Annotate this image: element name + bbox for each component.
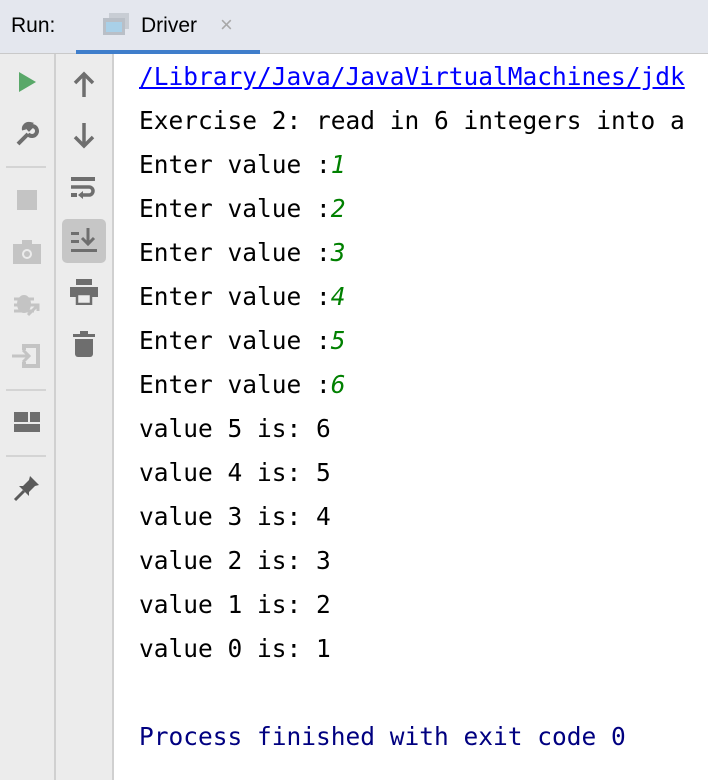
console-line: Exercise 2: read in 6 integers into a (139, 106, 685, 136)
console-output[interactable]: /Library/Java/JavaVirtualMachines/jdk Ex… (114, 54, 708, 780)
tab-title: Driver (141, 14, 197, 38)
console-line: value 0 is: 1 (139, 634, 331, 664)
console-line: Enter value :6 (139, 370, 346, 400)
layout-icon (14, 412, 40, 432)
clear-all-button[interactable] (64, 324, 104, 364)
separator (6, 166, 46, 168)
pin-icon (13, 474, 41, 502)
arrow-up-icon (73, 71, 95, 97)
up-button[interactable] (64, 64, 104, 104)
console-line: Enter value :4 (139, 282, 346, 312)
console-line: value 2 is: 3 (139, 546, 331, 576)
separator (6, 389, 46, 391)
console-line: Enter value :2 (139, 194, 346, 224)
run-toolbar (0, 54, 56, 780)
soft-wrap-button[interactable] (64, 168, 104, 208)
stop-button[interactable] (7, 180, 47, 220)
tab-driver[interactable]: Driver × (76, 0, 260, 53)
user-input: 5 (331, 326, 346, 355)
login-icon (12, 342, 42, 370)
arrow-down-icon (73, 123, 95, 149)
console-line: value 4 is: 5 (139, 458, 331, 488)
run-tool-header: Run: Driver × (0, 0, 708, 54)
print-icon (70, 279, 98, 305)
separator (6, 455, 46, 457)
scroll-to-end-button[interactable] (62, 219, 106, 263)
scroll-to-end-icon (71, 228, 97, 254)
prompt: Enter value : (139, 238, 331, 267)
process-finished-message: Process finished with exit code 0 (139, 722, 626, 752)
console-line: value 3 is: 4 (139, 502, 331, 532)
console-window-icon (103, 13, 129, 35)
user-input: 6 (331, 370, 346, 399)
console-line: value 5 is: 6 (139, 414, 331, 444)
run-label: Run: (11, 14, 55, 38)
soft-wrap-icon (71, 175, 97, 201)
wrench-icon (14, 121, 40, 147)
prompt: Enter value : (139, 150, 331, 179)
trash-icon (73, 331, 95, 357)
down-button[interactable] (64, 116, 104, 156)
jdk-path-link[interactable]: /Library/Java/JavaVirtualMachines/jdk (139, 62, 685, 92)
settings-button[interactable] (7, 114, 47, 154)
console-line: Enter value :5 (139, 326, 346, 356)
dump-threads-button[interactable] (7, 232, 47, 272)
rerun-button[interactable] (7, 62, 47, 102)
stop-icon (17, 190, 37, 210)
layout-button[interactable] (7, 402, 47, 442)
prompt: Enter value : (139, 326, 331, 355)
user-input: 3 (331, 238, 346, 267)
prompt: Enter value : (139, 370, 331, 399)
user-input: 1 (331, 150, 346, 179)
camera-icon (13, 240, 41, 264)
console-toolbar (56, 54, 114, 780)
restore-layout-button[interactable] (7, 336, 47, 376)
debug-button[interactable] (7, 284, 47, 324)
pin-tab-button[interactable] (7, 468, 47, 508)
run-icon (16, 71, 38, 93)
print-button[interactable] (64, 272, 104, 312)
console-line: value 1 is: 2 (139, 590, 331, 620)
prompt: Enter value : (139, 282, 331, 311)
user-input: 4 (331, 282, 346, 311)
debug-icon (12, 289, 42, 319)
user-input: 2 (331, 194, 346, 223)
prompt: Enter value : (139, 194, 331, 223)
close-icon[interactable]: × (220, 12, 233, 38)
console-line: Enter value :3 (139, 238, 346, 268)
console-line: Enter value :1 (139, 150, 346, 180)
